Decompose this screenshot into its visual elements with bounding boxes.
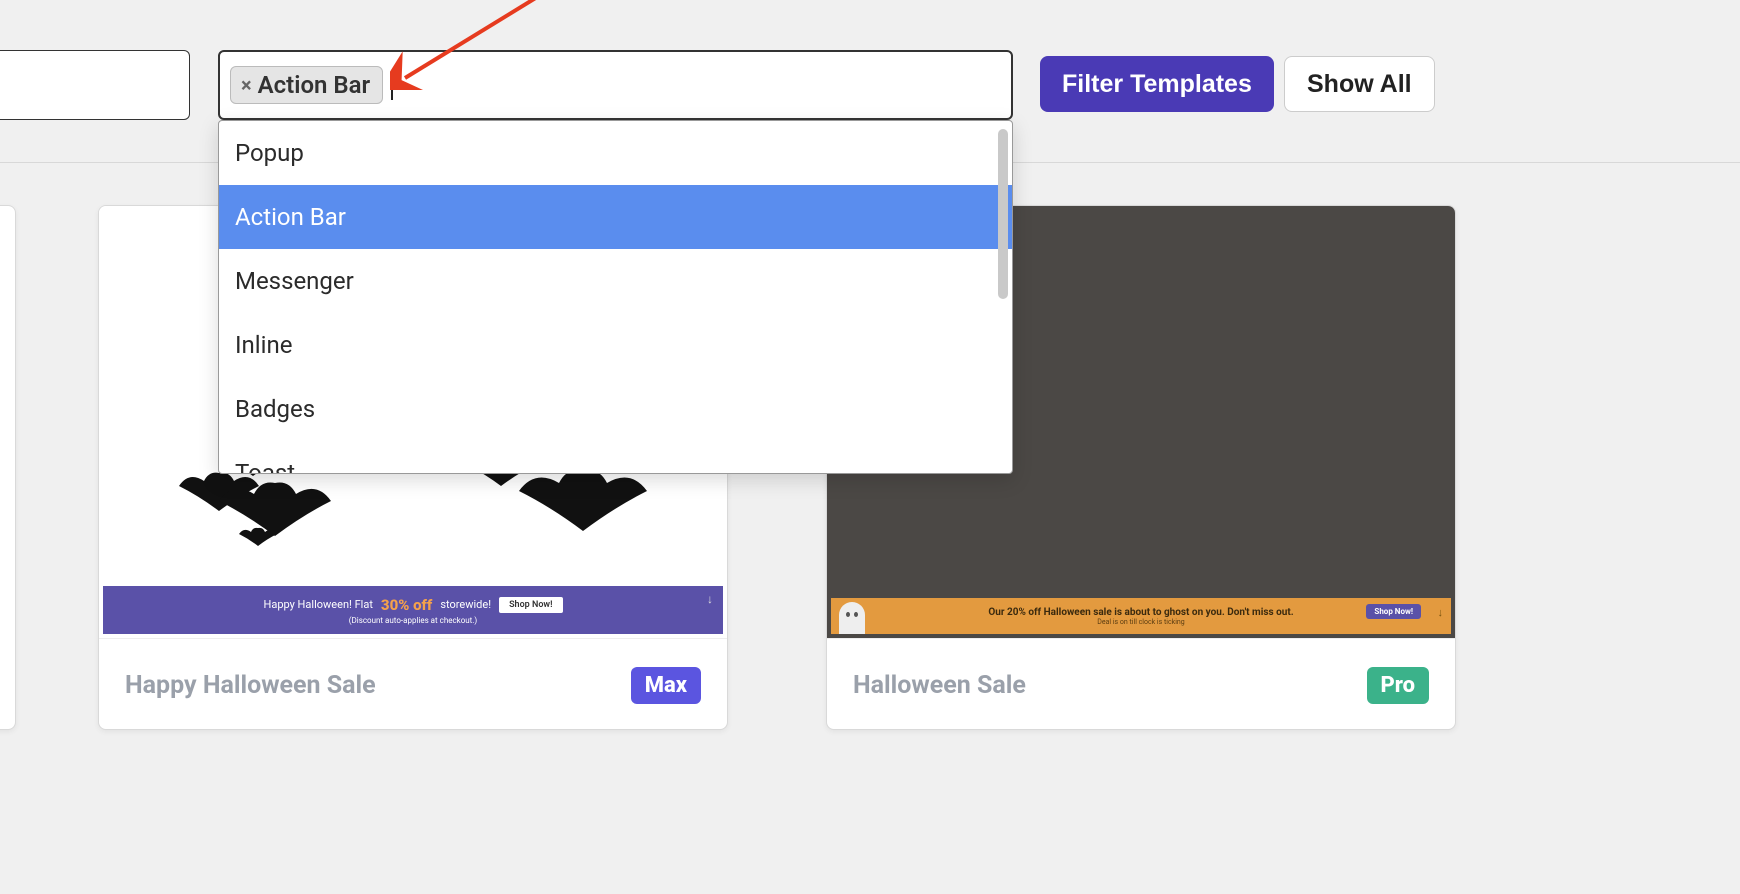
template-title: Halloween Sale	[853, 671, 1026, 700]
show-all-label: Show All	[1307, 70, 1412, 99]
dropdown-option-label: Inline	[235, 331, 292, 359]
dropdown-option-badges[interactable]: Badges	[219, 377, 1012, 441]
text-cursor	[391, 70, 393, 100]
selected-tag-label: Action Bar	[258, 71, 371, 99]
template-card-footer: Halloween Sale Pro	[827, 638, 1455, 730]
collapse-icon: ↓	[1438, 606, 1444, 619]
plan-badge-max: Max	[631, 667, 701, 704]
banner-cta-button: Shop Now!	[1366, 604, 1421, 619]
template-type-input[interactable]: × Action Bar	[218, 50, 1013, 120]
dropdown-option-action-bar[interactable]: Action Bar	[219, 185, 1012, 249]
filter-input-previous[interactable]	[0, 50, 190, 120]
dropdown-option-messenger[interactable]: Messenger	[219, 249, 1012, 313]
template-title: Happy Halloween Sale	[125, 671, 376, 700]
banner-text: Happy Halloween! Flat	[264, 598, 373, 611]
template-type-dropdown: Popup Action Bar Messenger Inline Badges…	[218, 120, 1013, 474]
dropdown-option-label: Messenger	[235, 267, 354, 295]
show-all-button[interactable]: Show All	[1284, 56, 1435, 112]
dropdown-option-label: Badges	[235, 395, 315, 423]
dropdown-option-popup[interactable]: Popup	[219, 121, 1012, 185]
selected-tag-chip[interactable]: × Action Bar	[230, 66, 383, 104]
plan-badge-pro: Pro	[1367, 667, 1430, 704]
action-bar-preview: Our 20% off Halloween sale is about to g…	[831, 598, 1451, 634]
banner-text: Our 20% off Halloween sale is about to g…	[988, 607, 1293, 618]
action-bar-preview: Happy Halloween! Flat 30% off storewide!…	[103, 586, 723, 634]
template-card-peek[interactable]	[0, 205, 16, 730]
banner-subtext: (Discount auto-applies at checkout.)	[349, 616, 477, 625]
remove-tag-icon[interactable]: ×	[241, 73, 252, 97]
filter-templates-label: Filter Templates	[1062, 70, 1252, 99]
banner-discount: 30% off	[381, 596, 432, 614]
filter-templates-button[interactable]: Filter Templates	[1040, 56, 1274, 112]
dropdown-scrollbar[interactable]	[998, 129, 1008, 299]
banner-cta-button: Shop Now!	[499, 597, 562, 613]
dropdown-option-inline[interactable]: Inline	[219, 313, 1012, 377]
template-card-footer: Happy Halloween Sale Max	[99, 638, 727, 730]
dropdown-option-toast[interactable]: Toast	[219, 441, 1012, 474]
banner-text: storewide!	[440, 598, 491, 611]
dropdown-option-label: Toast	[235, 459, 295, 474]
banner-subtext: Deal is on till clock is ticking	[1097, 618, 1184, 626]
dropdown-option-label: Action Bar	[235, 203, 346, 231]
dropdown-option-label: Popup	[235, 139, 304, 167]
collapse-icon: ↓	[707, 592, 713, 606]
ghost-icon	[839, 602, 865, 634]
